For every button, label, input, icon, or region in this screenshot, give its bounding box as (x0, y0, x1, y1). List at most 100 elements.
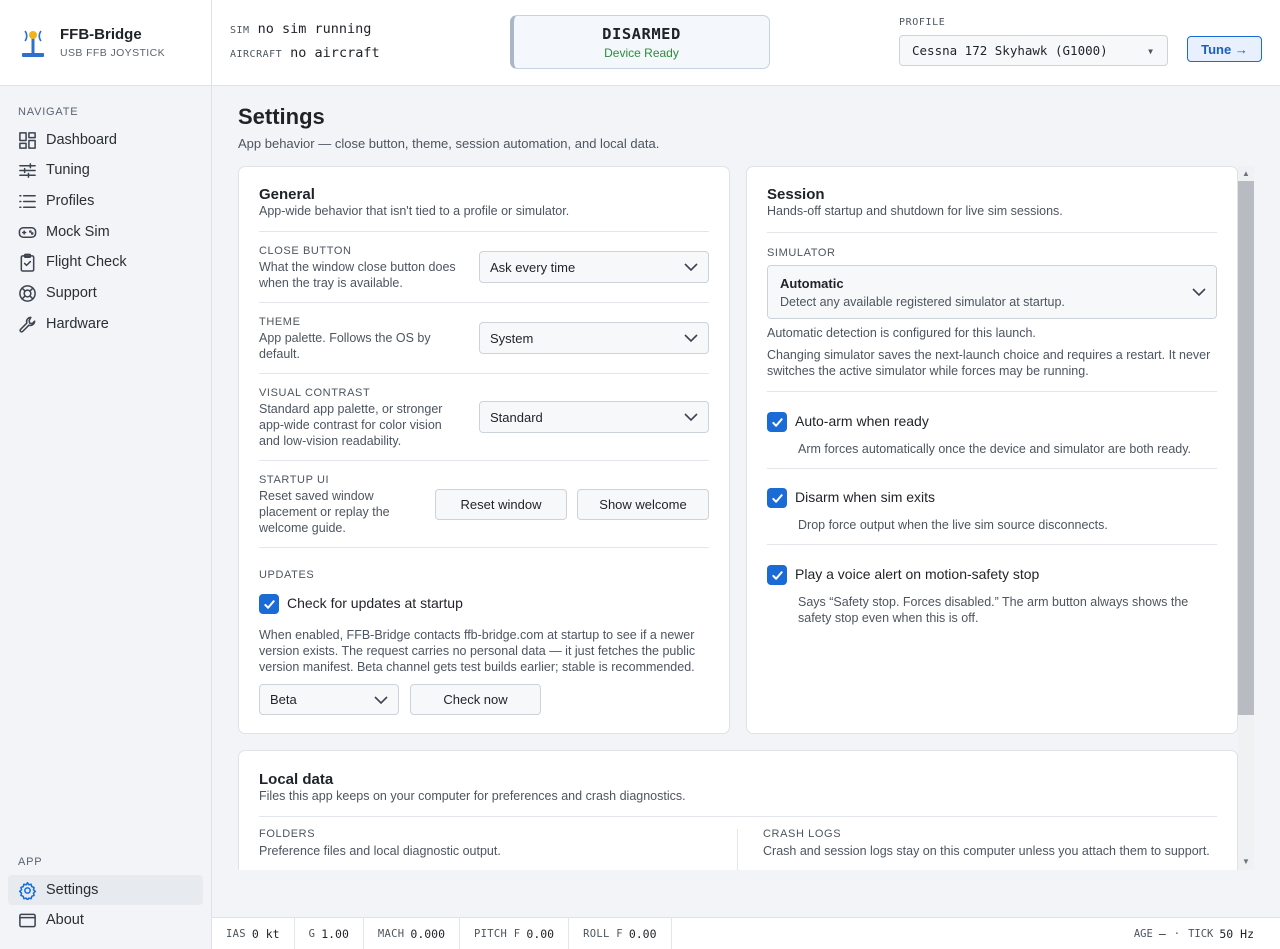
sidebar-item-support[interactable]: Support (8, 278, 203, 308)
profile-select[interactable]: Cessna 172 Skyhawk (G1000) ▼ (899, 35, 1168, 66)
page-title: Settings (238, 104, 325, 129)
theme-value: System (490, 330, 534, 346)
local-data-subtitle: Files this app keeps on your computer fo… (259, 789, 686, 803)
stat-key: MACH (377, 927, 405, 940)
stat-g: G 1.00 (295, 917, 364, 949)
general-title: General (259, 186, 315, 203)
aircraft-status: AIRCRAFT no aircraft (230, 45, 380, 61)
sidebar: FFB-Bridge USB FFB JOYSTICK NAVIGATE Das… (0, 0, 212, 949)
stat-pitch-force: PITCH F 0.00 (460, 917, 570, 949)
chevron-down-icon (1192, 288, 1206, 297)
stat-key: AGE (1133, 928, 1153, 940)
brand-title: FFB-Bridge (60, 26, 142, 43)
general-subtitle: App-wide behavior that isn't tied to a p… (259, 204, 570, 218)
checkmark-icon (771, 493, 783, 503)
auto-arm-checkbox[interactable] (767, 412, 787, 432)
sidebar-item-tuning[interactable]: Tuning (8, 155, 203, 185)
sidebar-item-dashboard[interactable]: Dashboard (8, 125, 203, 155)
app-section-label: APP (18, 856, 43, 868)
sidebar-item-label: Settings (46, 882, 99, 898)
sim-status: SIM no sim running (230, 21, 371, 37)
stat-key: ROLL F (583, 927, 623, 940)
close-button-select[interactable]: Ask every time (479, 251, 709, 283)
disarm-checkbox[interactable] (767, 488, 787, 508)
stat-value: — (1158, 927, 1166, 941)
profile-label: PROFILE (899, 17, 946, 28)
stat-value: 1.00 (321, 926, 349, 941)
session-title: Session (767, 186, 825, 203)
status-bar: IAS 0 kt G 1.00 MACH 0.000 PITCH F 0.00 ROLL… (212, 917, 1280, 949)
contrast-desc: Standard app palette, or stronger app-wi… (259, 402, 443, 448)
divider (259, 302, 709, 303)
voice-alert-checkbox[interactable] (767, 565, 787, 585)
auto-arm-help: Arm forces automatically once the device… (798, 442, 1192, 456)
divider (259, 816, 1217, 817)
caret-down-icon: ▼ (1148, 47, 1153, 56)
stat-mach: MACH 0.000 (364, 917, 461, 949)
disarm-label: Disarm when sim exits (795, 489, 936, 505)
top-bar: SIM no sim running AIRCRAFT no aircraft … (212, 0, 1280, 86)
reset-window-button[interactable]: Reset window (435, 489, 567, 520)
update-channel-select[interactable]: Beta (259, 684, 399, 715)
updates-help: When enabled, FFB-Bridge contacts ffb-br… (259, 628, 696, 674)
profile-value: Cessna 172 Skyhawk (G1000) (912, 43, 1108, 58)
theme-label: THEME (259, 316, 301, 328)
crash-logs-desc: Crash and session logs stay on this comp… (763, 844, 1210, 858)
brand: FFB-Bridge USB FFB JOYSTICK (0, 0, 211, 86)
simulator-select[interactable]: Automatic Detect any available registere… (767, 265, 1217, 319)
tune-button[interactable]: Tune → (1187, 36, 1262, 62)
sidebar-item-label: Support (46, 285, 97, 301)
arm-substatus: Device Ready (604, 46, 679, 60)
contrast-select[interactable]: Standard (479, 401, 709, 433)
vertical-scrollbar[interactable]: ▲ ▼ (1238, 166, 1254, 870)
aircraft-value: no aircraft (290, 45, 380, 61)
show-welcome-button[interactable]: Show welcome (577, 489, 709, 520)
arm-status-card[interactable]: DISARMED Device Ready (510, 15, 770, 69)
scrollbar-thumb[interactable] (1238, 181, 1254, 715)
sidebar-item-profiles[interactable]: Profiles (8, 186, 203, 216)
sidebar-item-flight-check[interactable]: Flight Check (8, 247, 203, 277)
check-now-button[interactable]: Check now (410, 684, 541, 715)
folders-label: FOLDERS (259, 828, 316, 840)
local-data-title: Local data (259, 771, 334, 788)
local-data-clip: Local data Files this app keeps on your … (238, 750, 1238, 870)
simulator-label: SIMULATOR (767, 247, 836, 259)
sidebar-item-label: Dashboard (46, 132, 117, 148)
scroll-down-icon[interactable]: ▼ (1238, 854, 1254, 868)
sidebar-item-label: About (46, 912, 84, 928)
session-subtitle: Hands-off startup and shutdown for live … (767, 204, 1063, 218)
scroll-up-icon[interactable]: ▲ (1238, 166, 1254, 180)
theme-desc: App palette. Follows the OS by default. (259, 331, 431, 361)
sidebar-item-mock-sim[interactable]: Mock Sim (8, 217, 203, 247)
sidebar-item-hardware[interactable]: Hardware (8, 309, 203, 339)
close-button-desc: What the window close button does when t… (259, 260, 456, 290)
column-divider (737, 829, 738, 870)
divider (259, 231, 709, 232)
chevron-down-icon (374, 695, 388, 704)
sidebar-item-label: Hardware (46, 316, 109, 332)
divider (767, 391, 1217, 392)
folders-desc: Preference files and local diagnostic ou… (259, 844, 501, 858)
sim-value: no sim running (257, 21, 372, 37)
updates-label: UPDATES (259, 569, 315, 581)
aircraft-key: AIRCRAFT (230, 49, 283, 60)
brand-subtitle: USB FFB JOYSTICK (60, 47, 165, 59)
close-button-label: CLOSE BUTTON (259, 245, 352, 257)
theme-select[interactable]: System (479, 322, 709, 354)
check-updates-checkbox[interactable] (259, 594, 279, 614)
simulator-value-desc: Detect any available registered simulato… (780, 295, 1065, 309)
divider (259, 460, 709, 461)
stat-value: 0.000 (410, 926, 446, 941)
sidebar-item-label: Flight Check (46, 254, 127, 270)
sidebar-item-settings[interactable]: Settings (8, 875, 203, 905)
divider (767, 544, 1217, 545)
stat-separator: · (1173, 928, 1181, 940)
divider (259, 547, 709, 548)
divider (259, 373, 709, 374)
local-data-card: Local data Files this app keeps on your … (238, 750, 1238, 870)
stat-key: TICK (1188, 928, 1214, 940)
checkmark-icon (771, 417, 783, 427)
sidebar-item-about[interactable]: About (8, 905, 203, 935)
session-card: Session Hands-off startup and shutdown f… (746, 166, 1238, 734)
update-channel-value: Beta (270, 692, 297, 707)
